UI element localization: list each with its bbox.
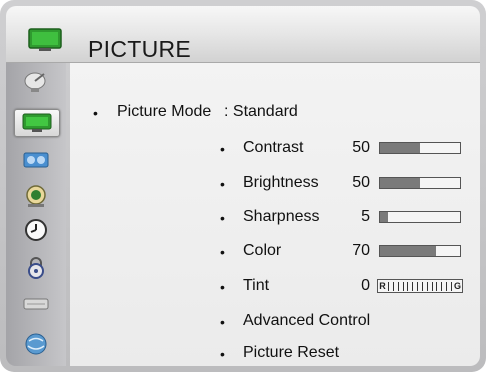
bullet: • [220, 210, 225, 226]
tint-tick [397, 281, 399, 291]
bullet: • [220, 279, 225, 295]
sidebar-item-picture[interactable] [14, 109, 60, 137]
picture-mode-value[interactable]: : Standard [224, 103, 298, 121]
contrast-slider[interactable] [379, 142, 461, 154]
tint-tick [450, 281, 452, 291]
tint-tick [421, 281, 423, 291]
menu-item-tint[interactable]: Tint [243, 277, 269, 295]
color-slider[interactable] [379, 245, 461, 257]
satellite-dish-icon [24, 72, 46, 92]
lock-icon [28, 257, 44, 279]
color-value: 70 [352, 242, 370, 259]
bullet: • [220, 141, 225, 157]
globe-icon [25, 333, 47, 355]
tv-icon [28, 28, 62, 51]
sidebar-item-time[interactable] [14, 217, 58, 243]
category-sidebar [6, 63, 66, 366]
sidebar-item-options[interactable] [14, 183, 58, 209]
clock-icon [25, 219, 47, 241]
sharpness-value: 5 [361, 208, 370, 225]
tint-tick [441, 281, 443, 291]
tint-value: 0 [361, 277, 370, 294]
bullet: • [220, 176, 225, 192]
osd-window: PICTURE • Picture Mode: Standard • Cont… [0, 0, 486, 372]
tint-tick [446, 281, 448, 291]
tint-tick [402, 281, 404, 291]
bullet: • [220, 244, 225, 260]
keyboard-icon [23, 298, 49, 310]
brightness-value: 50 [352, 174, 370, 191]
brightness-slider-fill [380, 178, 420, 188]
sidebar-item-lock[interactable] [14, 255, 58, 281]
menu-item-picture-mode[interactable]: Picture Mode [117, 103, 211, 121]
tint-tick [426, 281, 428, 291]
tint-scale [387, 281, 453, 291]
menu-header: PICTURE [6, 6, 480, 63]
tint-tick [392, 281, 394, 291]
tv-icon [22, 113, 52, 132]
contrast-value: 50 [352, 139, 370, 156]
tint-tick [436, 281, 438, 291]
target-icon [26, 185, 46, 207]
speaker-icon [23, 152, 49, 168]
sidebar-item-audio[interactable] [14, 147, 58, 173]
menu-item-contrast[interactable]: Contrast [243, 139, 303, 157]
menu-item-brightness[interactable]: Brightness [243, 174, 319, 192]
brightness-slider[interactable] [379, 177, 461, 189]
sidebar-item-support[interactable] [14, 331, 58, 357]
bullet: • [220, 314, 225, 330]
tint-tick [412, 281, 414, 291]
tint-tick [417, 281, 419, 291]
tint-slider[interactable]: R G [377, 279, 463, 293]
sidebar-item-input[interactable] [14, 291, 58, 317]
bullet: • [220, 346, 225, 362]
tint-red-mark: R [379, 281, 386, 291]
tint-tick [431, 281, 433, 291]
tint-tick [407, 281, 409, 291]
sharpness-slider-fill [380, 212, 388, 222]
tint-green-mark: G [453, 281, 461, 291]
menu-item-picture-reset[interactable]: Picture Reset [243, 344, 339, 362]
menu-item-sharpness[interactable]: Sharpness [243, 208, 320, 226]
sidebar-item-channel[interactable] [14, 69, 58, 95]
tint-tick [388, 281, 389, 291]
contrast-slider-fill [380, 143, 420, 153]
menu-item-color[interactable]: Color [243, 242, 281, 260]
color-slider-fill [380, 246, 436, 256]
menu-item-advanced-control[interactable]: Advanced Control [243, 312, 370, 330]
bullet: • [93, 105, 98, 121]
sharpness-slider[interactable] [379, 211, 461, 223]
page-title: PICTURE [88, 36, 192, 62]
